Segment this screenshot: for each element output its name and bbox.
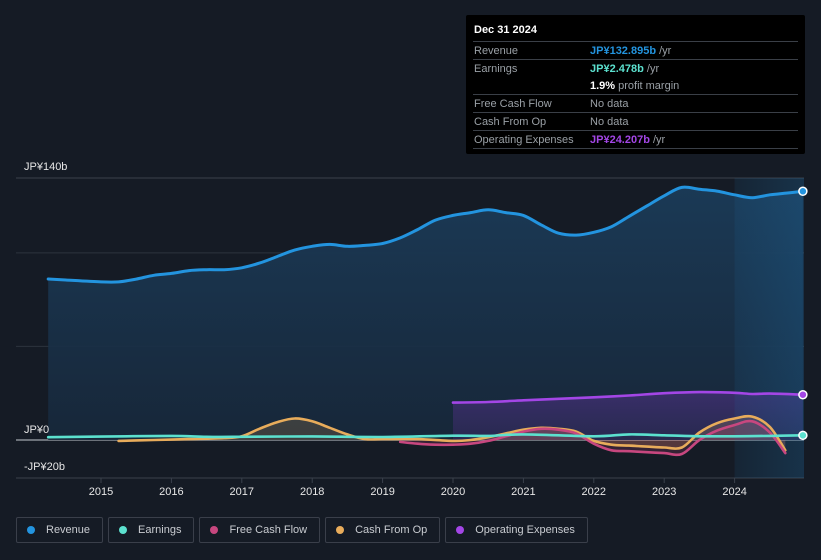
tooltip-label: Cash From Op	[474, 115, 547, 128]
legend: Revenue Earnings Free Cash Flow Cash From O…	[16, 517, 588, 543]
x-tick-label: 2015	[89, 486, 113, 498]
tooltip-label: Earnings	[474, 62, 518, 75]
y-tick-label: -JP¥20b	[24, 461, 65, 473]
tooltip-row: Cash From Op No data	[473, 113, 798, 131]
x-tick-label: 2021	[511, 486, 535, 498]
x-tick-label: 2020	[441, 486, 465, 498]
y-tick-label: JP¥140b	[24, 161, 67, 173]
legend-dot-icon	[119, 526, 128, 534]
tooltip-row: Free Cash Flow No data	[473, 95, 798, 113]
legend-item-revenue[interactable]: Revenue	[16, 517, 104, 543]
legend-dot-icon	[210, 526, 219, 534]
tooltip-label: Operating Expenses	[474, 133, 574, 146]
legend-label: Free Cash Flow	[229, 524, 308, 536]
legend-label: Operating Expenses	[475, 524, 575, 536]
tooltip-row: Earnings JP¥2.478b /yr	[473, 60, 798, 77]
legend-label: Cash From Op	[355, 524, 428, 536]
tooltip-date: Dec 31 2024	[473, 23, 798, 42]
tooltip-row: Revenue JP¥132.895b /yr	[473, 42, 798, 60]
revenue-end-marker	[798, 186, 808, 197]
x-tick-label: 2024	[722, 486, 746, 498]
x-axis: 2015 2016 2017 2018 2019 2020 2021 2022 2023 2024	[89, 478, 747, 498]
legend-dot-icon	[27, 526, 35, 534]
tooltip-value: JP¥24.207b /yr	[590, 133, 666, 146]
tooltip-value: No data	[590, 97, 629, 110]
tooltip-value: JP¥132.895b /yr	[590, 44, 672, 57]
x-tick-label: 2018	[300, 486, 324, 498]
legend-dot-icon	[456, 526, 465, 534]
operating-expenses-end-marker	[798, 389, 808, 400]
y-tick-label: JP¥0	[24, 424, 49, 436]
legend-label: Revenue	[46, 524, 91, 536]
legend-item-cash-from-op[interactable]: Cash From Op	[325, 517, 441, 543]
legend-dot-icon	[336, 526, 345, 534]
earnings-end-marker	[798, 430, 808, 441]
legend-item-earnings[interactable]: Earnings	[108, 517, 195, 543]
tooltip-panel: Dec 31 2024 Revenue JP¥132.895b /yr Earnin…	[466, 15, 805, 154]
tooltip-row: 1.9% profit margin	[473, 77, 798, 95]
x-tick-label: 2017	[230, 486, 254, 498]
x-tick-label: 2023	[652, 486, 676, 498]
legend-item-operating-expenses[interactable]: Operating Expenses	[445, 517, 588, 543]
tooltip-row: Operating Expenses JP¥24.207b /yr	[473, 131, 798, 149]
series-areas	[48, 187, 803, 455]
tooltip-value: No data	[590, 115, 629, 128]
legend-label: Earnings	[138, 524, 182, 536]
tooltip-label: Revenue	[474, 44, 519, 57]
x-tick-label: 2019	[370, 486, 394, 498]
tooltip-value: 1.9% profit margin	[590, 79, 680, 92]
tooltip-value: JP¥2.478b /yr	[590, 62, 660, 75]
legend-item-free-cash-flow[interactable]: Free Cash Flow	[199, 517, 321, 543]
tooltip-label: Free Cash Flow	[474, 97, 552, 110]
x-tick-label: 2016	[159, 486, 183, 498]
x-tick-label: 2022	[582, 486, 606, 498]
